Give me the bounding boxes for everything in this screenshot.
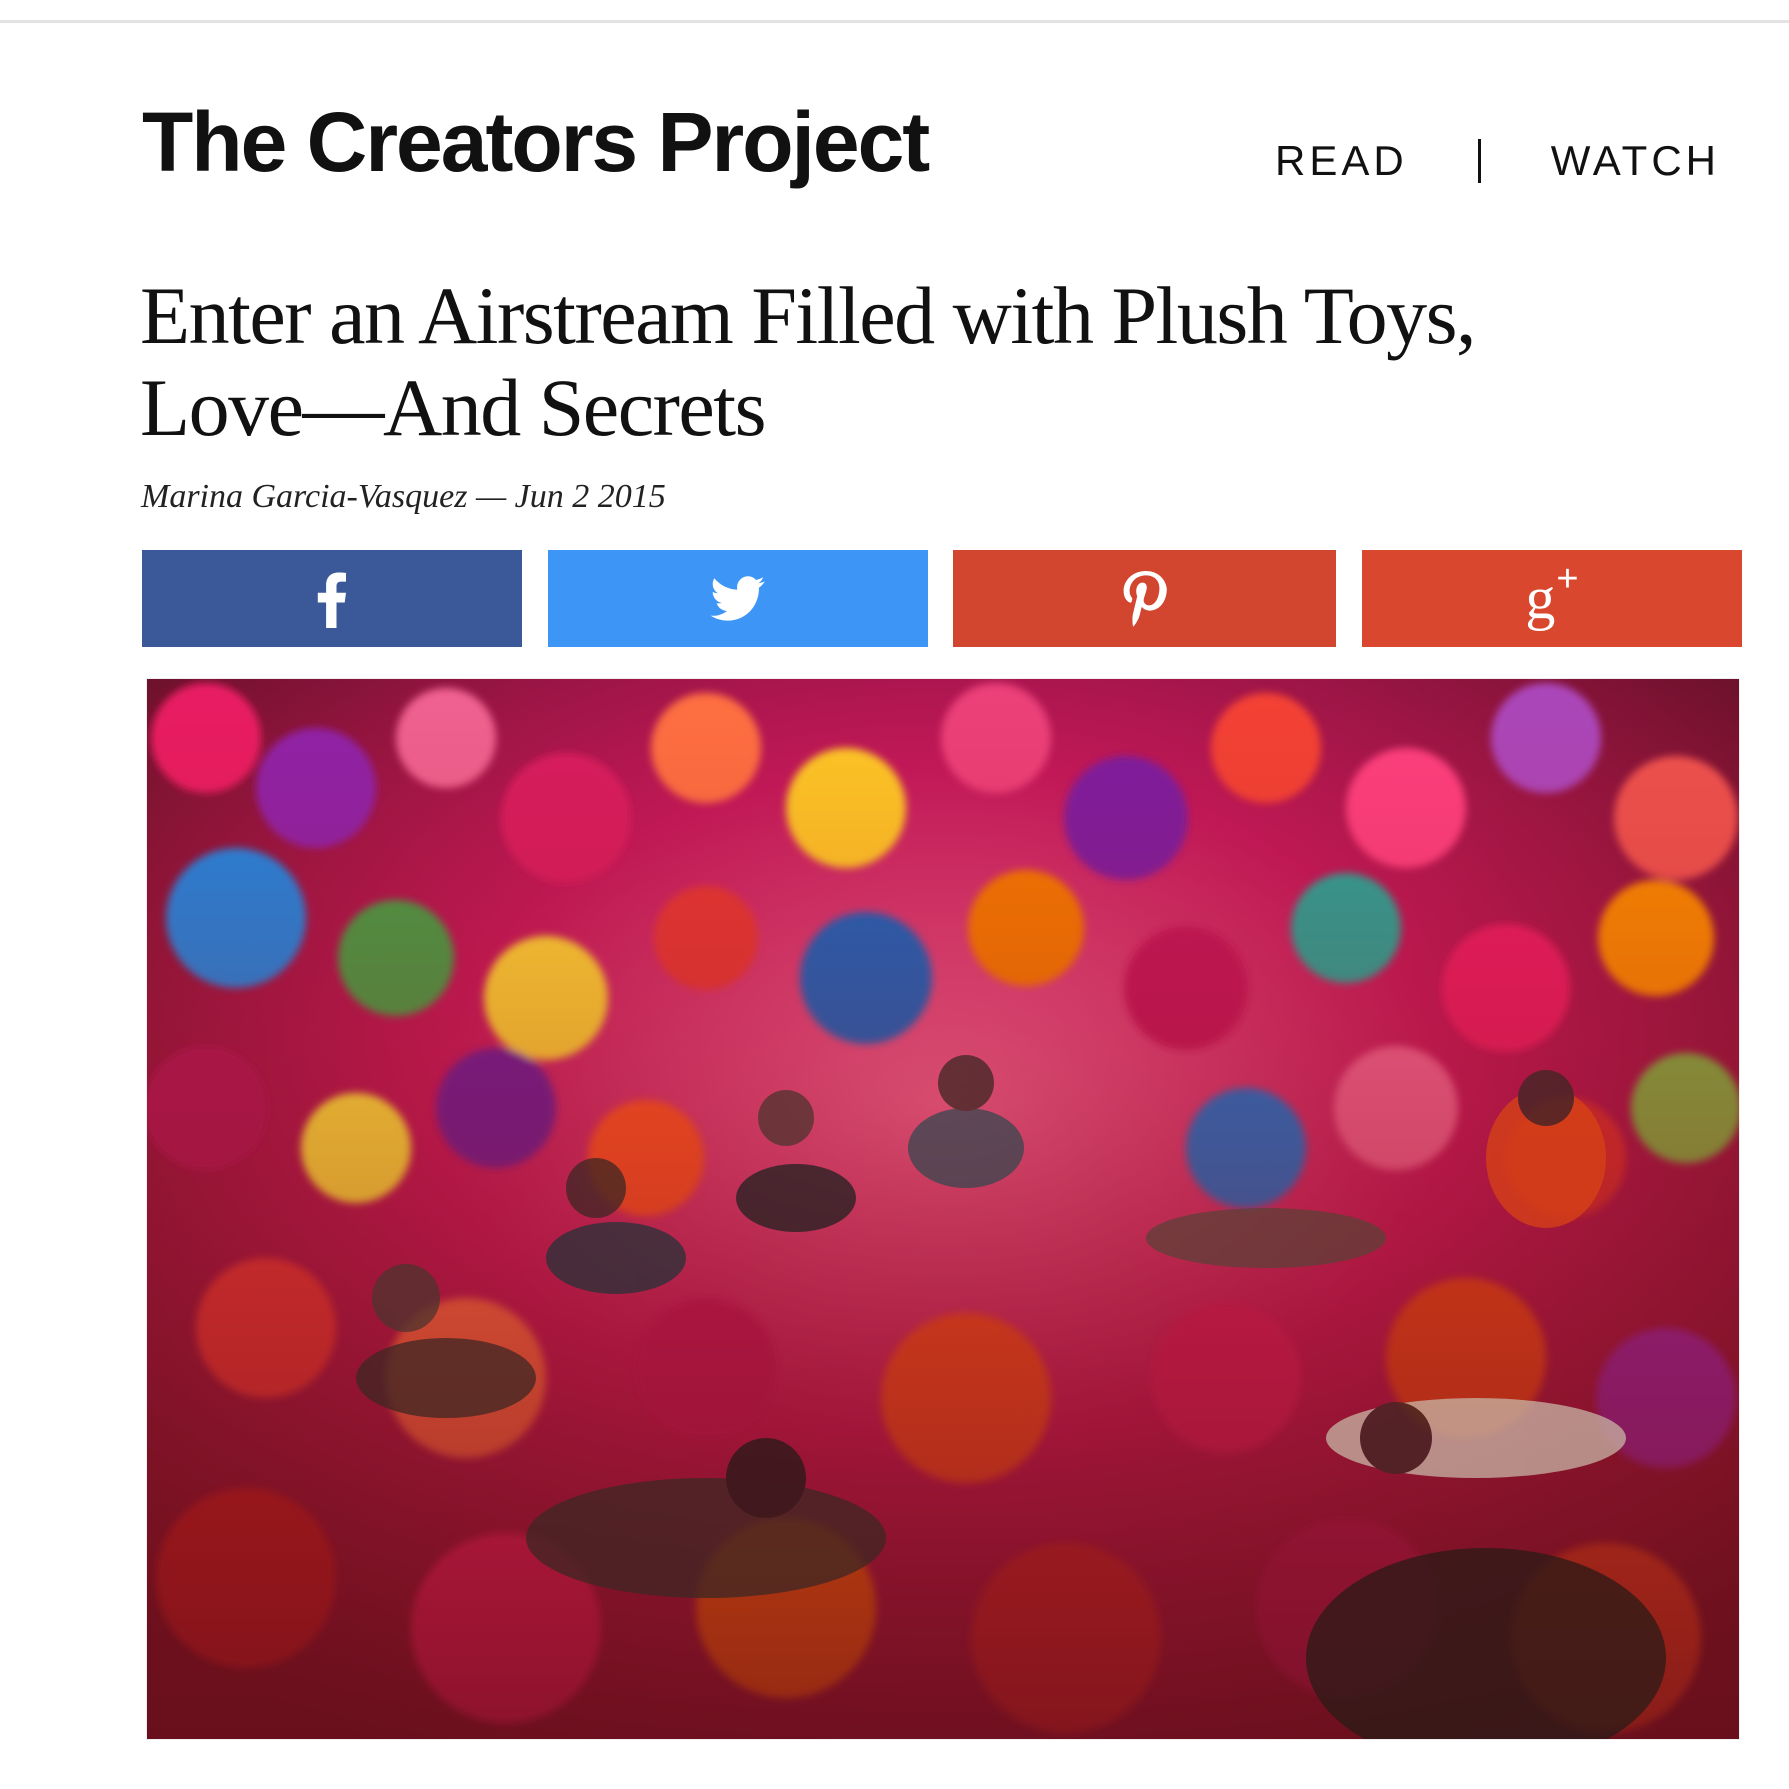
nav-item-watch[interactable]: WATCH <box>1551 137 1720 185</box>
main-nav: READ WATCH <box>1275 136 1789 186</box>
facebook-icon <box>317 570 347 628</box>
site-logo[interactable]: The Creators Project <box>142 100 930 184</box>
headline-line-1: Enter an Airstream Filled with Plush Toy… <box>140 270 1477 361</box>
hero-image <box>146 678 1740 1740</box>
nav-separator <box>1477 139 1481 183</box>
share-pinterest-button[interactable] <box>953 550 1336 647</box>
pinterest-icon <box>1123 570 1167 627</box>
headline-line-2: Love—And Secrets <box>140 362 767 453</box>
author-name[interactable]: Marina Garcia-Vasquez <box>141 478 467 515</box>
google-plus-icon: g+ <box>1525 557 1579 631</box>
share-google-plus-button[interactable]: g+ <box>1362 550 1742 647</box>
top-divider <box>0 20 1789 23</box>
share-facebook-button[interactable] <box>142 550 522 647</box>
plush-toy-installation-photo <box>146 678 1740 1740</box>
share-twitter-button[interactable] <box>548 550 928 647</box>
article-byline: Marina Garcia-Vasquez — Jun 2 2015 <box>141 478 666 516</box>
nav-item-read[interactable]: READ <box>1275 137 1408 185</box>
twitter-icon <box>710 575 766 622</box>
article-headline: Enter an Airstream Filled with Plush Toy… <box>140 270 1660 454</box>
byline-separator: — <box>475 478 507 515</box>
publish-date: Jun 2 2015 <box>514 478 666 515</box>
